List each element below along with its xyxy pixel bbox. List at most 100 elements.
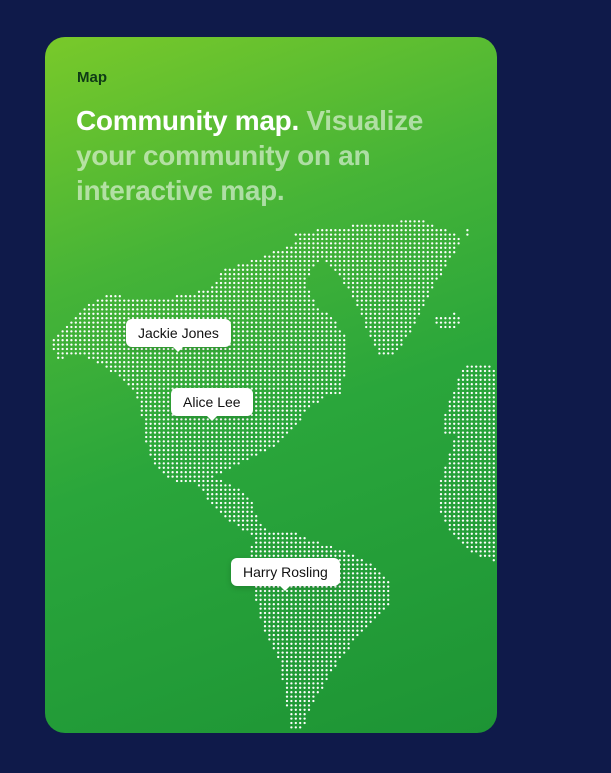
map-dot bbox=[259, 607, 262, 610]
map-dot bbox=[369, 246, 372, 249]
map-dot bbox=[303, 295, 306, 298]
map-dot bbox=[167, 361, 170, 364]
map-dot bbox=[307, 620, 311, 623]
map-dot bbox=[470, 475, 473, 478]
map-dot bbox=[259, 339, 262, 342]
map-dot bbox=[184, 295, 187, 298]
map-dot bbox=[145, 422, 148, 425]
map-dot bbox=[470, 440, 473, 443]
map-pin-jackie-jones[interactable]: Jackie Jones bbox=[126, 319, 231, 352]
map-dot bbox=[294, 594, 297, 597]
map-dot bbox=[175, 435, 179, 439]
map-dot bbox=[404, 321, 407, 324]
map-dot bbox=[321, 352, 324, 355]
map-dot bbox=[312, 620, 315, 623]
map-dot bbox=[422, 229, 425, 232]
map-dot bbox=[263, 620, 267, 623]
map-dot bbox=[224, 369, 227, 373]
map-dot bbox=[237, 343, 240, 346]
map-dot bbox=[479, 457, 482, 461]
map-dot bbox=[483, 444, 487, 447]
map-dot bbox=[285, 259, 289, 263]
map-dot bbox=[338, 330, 341, 333]
map-dot bbox=[373, 299, 377, 302]
map-dot bbox=[488, 427, 491, 430]
map-dot bbox=[259, 290, 262, 293]
map-dot bbox=[351, 295, 355, 298]
map-dot bbox=[272, 444, 275, 447]
map-dot bbox=[338, 383, 341, 386]
map-dot bbox=[290, 405, 293, 408]
map-dot bbox=[488, 418, 491, 421]
map-dot bbox=[356, 585, 359, 588]
map-dot bbox=[356, 229, 359, 232]
map-dot bbox=[241, 290, 245, 293]
map-dot bbox=[453, 444, 456, 447]
map-dot bbox=[307, 237, 311, 241]
map-dot bbox=[215, 299, 218, 302]
map-pin-alice-lee[interactable]: Alice Lee bbox=[171, 388, 253, 421]
map-dot bbox=[351, 611, 355, 615]
map-dot bbox=[479, 396, 482, 399]
map-dot bbox=[272, 255, 275, 258]
map-dot bbox=[470, 523, 473, 527]
map-dot bbox=[338, 347, 341, 351]
map-dot bbox=[189, 295, 192, 298]
map-dot bbox=[224, 462, 227, 465]
map-dot bbox=[145, 352, 148, 355]
map-dot bbox=[233, 440, 236, 443]
map-dot bbox=[246, 528, 249, 531]
map-dot bbox=[290, 356, 293, 359]
map-dot bbox=[444, 471, 447, 474]
map-dot bbox=[316, 339, 319, 342]
map-dot bbox=[329, 660, 333, 663]
map-dot bbox=[272, 629, 275, 632]
map-dot bbox=[413, 273, 416, 276]
map-dot bbox=[492, 466, 495, 469]
map-dot bbox=[461, 484, 465, 487]
map-dot bbox=[369, 317, 372, 320]
map-dot bbox=[87, 334, 91, 337]
map-dot bbox=[417, 312, 421, 315]
map-dot bbox=[70, 325, 73, 329]
map-dot bbox=[167, 440, 170, 443]
map-dot bbox=[307, 664, 311, 667]
map-dot bbox=[263, 554, 267, 557]
map-dot bbox=[373, 233, 377, 236]
map-dot bbox=[294, 589, 297, 593]
map-dot bbox=[215, 431, 218, 434]
map-dot bbox=[312, 594, 315, 597]
map-dot bbox=[281, 611, 284, 615]
map-dot bbox=[470, 519, 473, 522]
map-dot bbox=[431, 251, 434, 254]
map-dot bbox=[237, 488, 240, 491]
map-dot bbox=[233, 347, 236, 351]
map-pin-harry-rosling[interactable]: Harry Rosling bbox=[231, 558, 340, 591]
map-dot bbox=[171, 462, 174, 465]
map-dot bbox=[167, 299, 170, 302]
map-dot bbox=[299, 277, 302, 280]
map-dot bbox=[263, 321, 267, 324]
map-dot bbox=[488, 545, 491, 549]
map-dot bbox=[171, 444, 174, 447]
map-dot bbox=[162, 453, 165, 456]
map-dot bbox=[409, 224, 412, 227]
map-dot bbox=[250, 378, 253, 381]
map-dot bbox=[373, 581, 377, 584]
map-dot bbox=[400, 268, 403, 271]
map-dot bbox=[303, 387, 306, 390]
map-dot bbox=[224, 378, 227, 381]
map-dot bbox=[312, 699, 315, 703]
map-dot bbox=[285, 629, 289, 632]
map-dot bbox=[272, 264, 275, 267]
map-dot bbox=[285, 405, 289, 408]
map-dot bbox=[479, 471, 482, 474]
map-dot bbox=[123, 352, 126, 355]
map-dot bbox=[321, 550, 324, 553]
map-dot bbox=[57, 334, 60, 337]
map-dot bbox=[343, 277, 346, 280]
map-dot bbox=[470, 493, 473, 496]
map-dot bbox=[492, 409, 495, 412]
map-dot bbox=[303, 396, 306, 399]
map-dot bbox=[250, 347, 253, 351]
